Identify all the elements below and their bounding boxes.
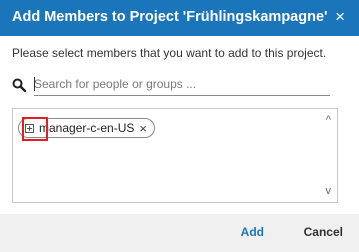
selected-members-list[interactable]: manager-c-en-US × ^ v [12, 108, 338, 203]
close-icon[interactable]: × [335, 7, 345, 27]
highlight-box [22, 117, 48, 141]
search-icon [12, 78, 26, 92]
instruction-text: Please select members that you want to a… [12, 46, 327, 60]
member-chip-label: manager-c-en-US [39, 121, 135, 135]
cancel-button[interactable]: Cancel [304, 225, 343, 239]
scroll-down-icon[interactable]: v [326, 186, 332, 197]
search-row [12, 74, 330, 101]
dialog-title: Add Members to Project 'Frühlingskampagn… [12, 9, 328, 25]
search-underline [34, 95, 330, 96]
add-members-dialog: Add Members to Project 'Frühlingskampagn… [0, 0, 359, 252]
search-input[interactable] [34, 74, 330, 94]
add-button[interactable]: Add [241, 225, 264, 239]
text-cursor [34, 77, 35, 91]
dialog-title-bar: Add Members to Project 'Frühlingskampagn… [0, 0, 359, 36]
remove-member-icon[interactable]: × [139, 121, 147, 136]
scroll-up-icon[interactable]: ^ [326, 115, 331, 126]
dialog-footer: Add Cancel [0, 214, 359, 252]
